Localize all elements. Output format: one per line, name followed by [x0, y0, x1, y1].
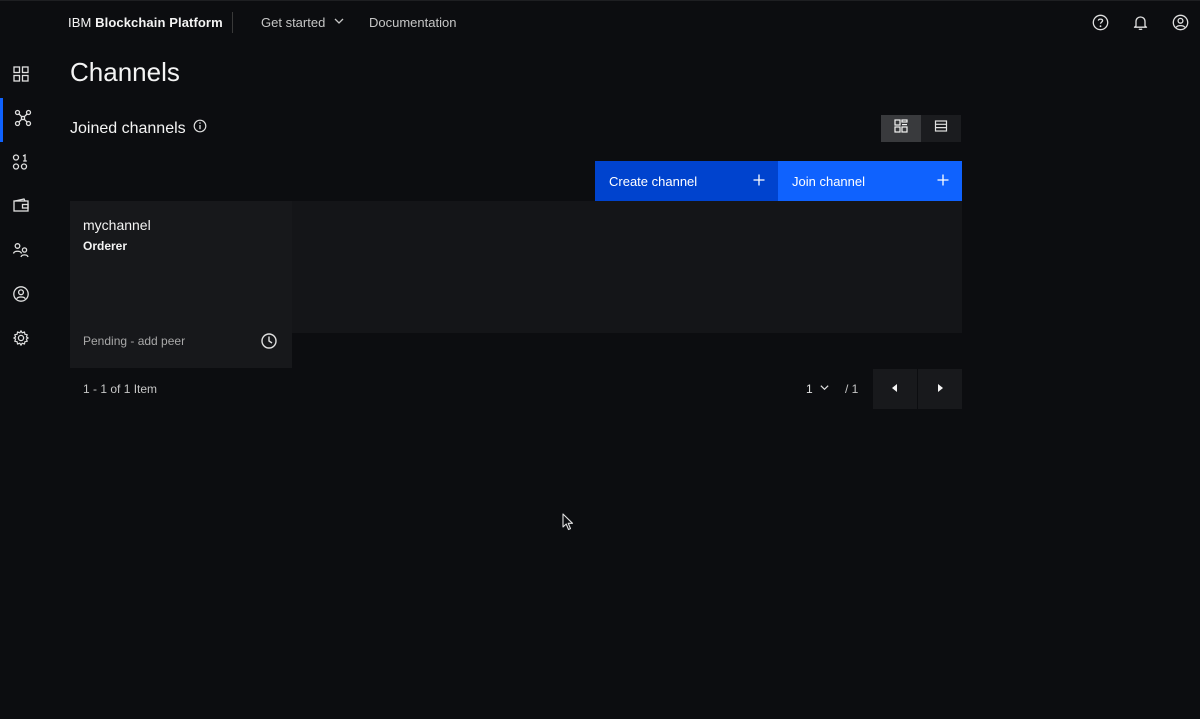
- total-pages: / 1: [845, 382, 859, 396]
- next-page-button[interactable]: [918, 369, 962, 409]
- create-channel-label: Create channel: [609, 173, 698, 189]
- nav-documentation[interactable]: Documentation: [369, 15, 456, 30]
- info-icon[interactable]: [193, 119, 207, 138]
- previous-page-button[interactable]: [873, 369, 917, 409]
- channel-tile[interactable]: mychannel Orderer Pending - add peer: [70, 201, 292, 368]
- notification-icon[interactable]: [1130, 12, 1150, 32]
- users-icon: [12, 285, 30, 308]
- side-navigation: [0, 43, 42, 719]
- nav-get-started[interactable]: Get started: [261, 15, 345, 30]
- brand-prefix: IBM: [68, 15, 92, 30]
- page-select[interactable]: 1: [806, 382, 830, 396]
- channel-actions: Create channel Join channel: [595, 161, 962, 201]
- channels-icon: [12, 153, 30, 176]
- pagination-count: 1 - 1 of 1 Item: [83, 382, 158, 396]
- join-channel-label: Join channel: [792, 173, 865, 189]
- channel-status: Pending - add peer: [83, 334, 186, 348]
- sidebar-item-wallet[interactable]: [0, 186, 42, 230]
- grid-view-button[interactable]: [881, 115, 921, 142]
- sidebar-item-channels[interactable]: [0, 142, 42, 186]
- sidebar-item-settings[interactable]: [0, 318, 42, 362]
- header-divider: [232, 12, 233, 33]
- section-title: Joined channels: [70, 119, 207, 138]
- list-view-icon: [934, 119, 948, 138]
- clock-icon: [260, 332, 278, 350]
- brand-title[interactable]: IBM Blockchain Platform: [68, 15, 223, 30]
- sidebar-item-dashboard[interactable]: [0, 54, 42, 98]
- section-title-label: Joined channels: [70, 119, 186, 137]
- nav-get-started-label: Get started: [261, 15, 326, 30]
- caret-left-icon: [890, 380, 900, 398]
- list-view-button[interactable]: [921, 115, 961, 142]
- wallet-icon: [12, 197, 30, 220]
- current-page: 1: [806, 382, 813, 396]
- sidebar-item-nodes[interactable]: [0, 98, 42, 142]
- create-channel-button[interactable]: Create channel: [595, 161, 778, 201]
- caret-right-icon: [935, 380, 945, 398]
- help-icon[interactable]: [1090, 12, 1110, 32]
- settings-icon: [12, 329, 30, 352]
- brand-name: Blockchain Platform: [95, 15, 223, 30]
- top-header: IBM Blockchain Platform Get started Docu…: [0, 0, 1200, 43]
- grid-view-icon: [894, 119, 908, 138]
- chevron-down-icon: [819, 382, 830, 396]
- mouse-cursor-icon: [562, 513, 574, 531]
- user-avatar-icon[interactable]: [1170, 12, 1190, 32]
- page-title: Channels: [70, 57, 180, 87]
- organizations-icon: [12, 241, 30, 264]
- add-icon: [752, 173, 766, 190]
- channel-name: mychannel: [83, 217, 151, 233]
- chevron-down-icon: [333, 15, 345, 30]
- add-icon: [936, 173, 950, 190]
- nodes-icon: [14, 109, 32, 132]
- sidebar-item-organizations[interactable]: [0, 230, 42, 274]
- dashboard-icon: [12, 65, 30, 88]
- channel-subtitle: Orderer: [83, 239, 128, 253]
- join-channel-button[interactable]: Join channel: [778, 161, 962, 201]
- view-toggle: [881, 115, 962, 142]
- sidebar-item-users[interactable]: [0, 274, 42, 318]
- nav-documentation-label: Documentation: [369, 15, 457, 30]
